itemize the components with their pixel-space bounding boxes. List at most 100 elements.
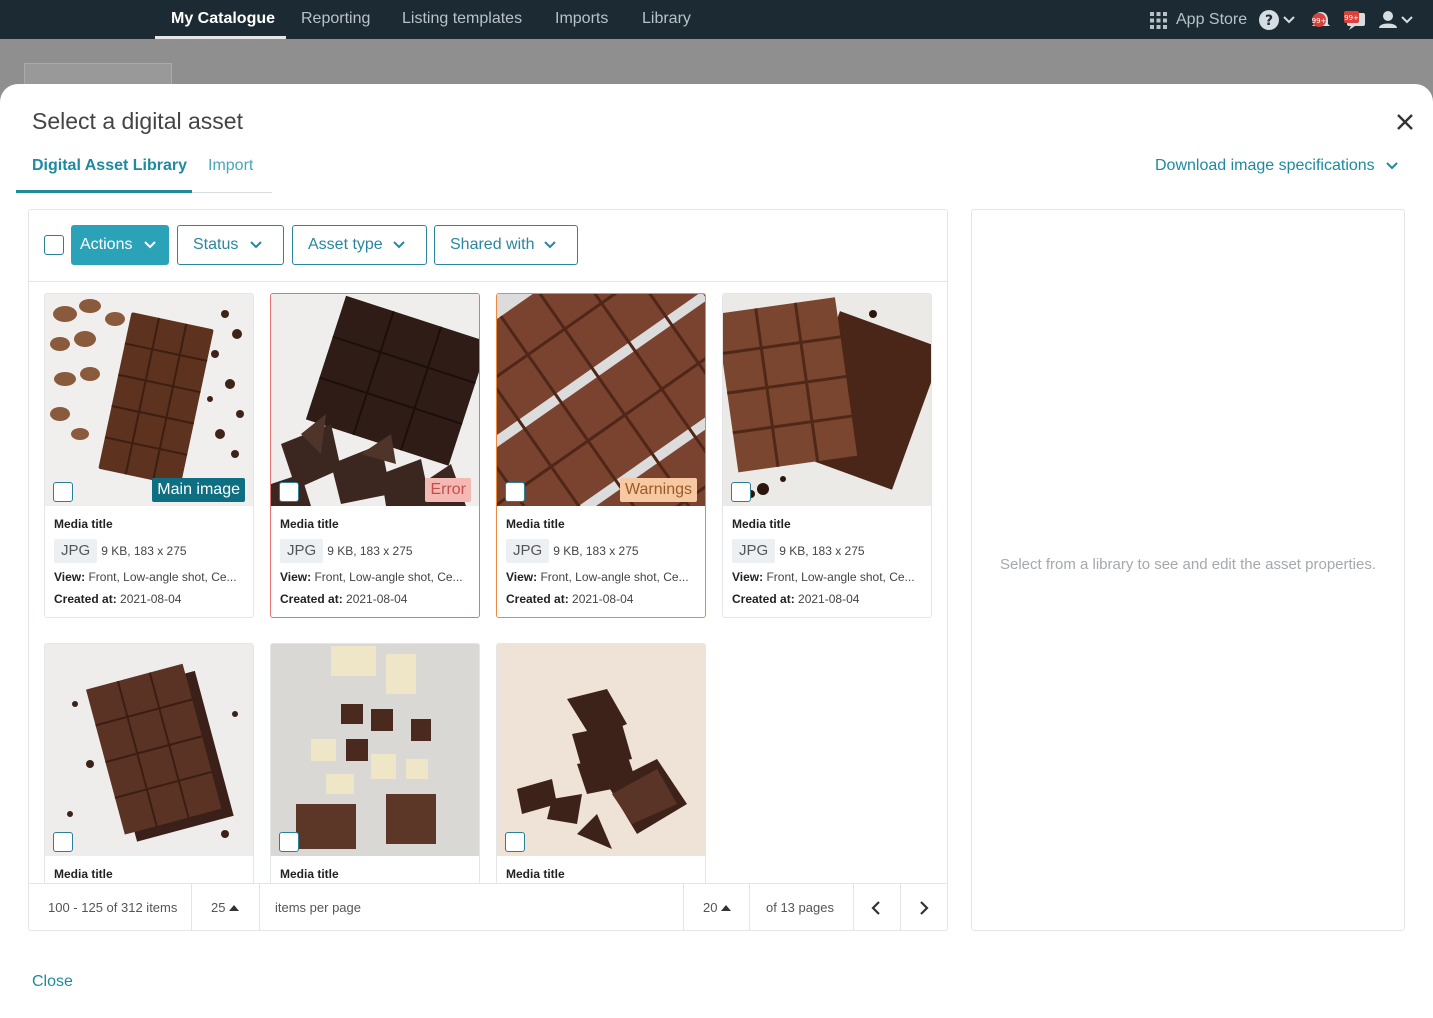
asset-thumbnail[interactable] [271, 644, 479, 856]
total-pages: of 13 pages [766, 900, 834, 915]
nav-active-indicator [155, 36, 286, 39]
messages-icon[interactable]: 99+ [1343, 9, 1367, 31]
view-value: Front, Low-angle shot, Ce... [766, 570, 915, 584]
asset-thumbnail[interactable] [45, 644, 253, 856]
asset-thumbnail[interactable] [497, 644, 705, 856]
asset-thumbnail[interactable]: Error [271, 294, 479, 506]
asset-select-checkbox[interactable] [279, 832, 299, 852]
active-tab-indicator [16, 190, 192, 193]
asset-card[interactable]: Error Media title JPG 9 KB, 183 x 275 Vie… [270, 293, 480, 618]
asset-thumbnail[interactable] [723, 294, 931, 506]
white-and-milk-chocolate-image [271, 644, 479, 856]
file-type-badge: JPG [54, 539, 98, 563]
current-page-value: 20 [703, 900, 718, 915]
created-label: Created at: [506, 592, 569, 606]
asset-card[interactable]: Media title [496, 643, 706, 883]
asset-card[interactable]: Media title [270, 643, 480, 883]
media-title: Media title [280, 867, 339, 881]
file-meta: 9 KB, 183 x 275 [553, 544, 639, 558]
asset-thumbnail[interactable]: Main image [45, 294, 253, 506]
created-value: 2021-08-04 [346, 592, 408, 606]
view-row: View: Front, Low-angle shot, Ce... [54, 570, 249, 584]
view-value: Front, Low-angle shot, Ce... [314, 570, 463, 584]
asset-grid: Main image Media title JPG 9 KB, 183 x 27… [29, 283, 947, 883]
view-row: View: Front, Low-angle shot, Ce... [280, 570, 475, 584]
main-image-badge: Main image [152, 478, 245, 502]
asset-type-filter[interactable]: Asset type [292, 225, 427, 265]
view-row: View: Front, Low-angle shot, Ce... [732, 570, 927, 584]
view-label: View: [506, 570, 538, 584]
tab-import[interactable]: Import [208, 157, 253, 175]
chevron-down-icon [144, 241, 156, 249]
asset-properties-panel: Select from a library to see and edit th… [971, 209, 1405, 931]
tab-digital-asset-library[interactable]: Digital Asset Library [32, 157, 187, 175]
actions-dropdown[interactable]: Actions [71, 225, 169, 265]
status-filter[interactable]: Status [177, 225, 284, 265]
app-grid-icon [1150, 12, 1167, 29]
created-row: Created at: 2021-08-04 [54, 592, 181, 606]
asset-card[interactable]: Media title JPG 9 KB, 183 x 275 View: Fro… [722, 293, 932, 618]
asset-card[interactable]: Main image Media title JPG 9 KB, 183 x 27… [44, 293, 254, 618]
nav-library[interactable]: Library [642, 0, 691, 39]
page-number-select[interactable]: 20 [703, 884, 732, 930]
select-all-checkbox[interactable] [44, 235, 64, 255]
created-label: Created at: [54, 592, 117, 606]
asset-card[interactable]: Media title [44, 643, 254, 883]
chocolate-pieces-image [497, 644, 705, 856]
user-account-icon[interactable] [1378, 9, 1416, 31]
notification-bell-icon[interactable]: 99+ [1309, 9, 1333, 31]
media-title: Media title [280, 517, 339, 531]
nav-my-catalogue[interactable]: My Catalogue [171, 0, 275, 39]
pager-divider [683, 884, 684, 930]
close-icon[interactable] [1394, 111, 1416, 133]
dark-chocolate-image [271, 294, 479, 506]
caret-up-icon [229, 904, 240, 911]
nav-reporting[interactable]: Reporting [301, 0, 370, 39]
next-page-icon[interactable] [917, 900, 931, 916]
nav-listing-templates[interactable]: Listing templates [402, 0, 522, 39]
file-row: JPG 9 KB, 183 x 275 [280, 539, 413, 563]
file-meta: 9 KB, 183 x 275 [779, 544, 865, 558]
previous-page-icon[interactable] [869, 900, 883, 916]
created-row: Created at: 2021-08-04 [732, 592, 859, 606]
file-meta: 9 KB, 183 x 275 [327, 544, 413, 558]
pager-divider [900, 884, 901, 930]
shared-with-filter[interactable]: Shared with [434, 225, 578, 265]
pagination-bar: 100 - 125 of 312 items 25 items per page… [29, 883, 947, 930]
asset-type-label: Asset type [308, 236, 383, 253]
tab-divider [192, 192, 272, 193]
chocolate-stack-image [723, 294, 931, 506]
asset-card[interactable]: Warnings Media title JPG 9 KB, 183 x 275 … [496, 293, 706, 618]
file-meta: 9 KB, 183 x 275 [101, 544, 187, 558]
actions-label: Actions [80, 236, 133, 253]
help-icon[interactable]: ? [1258, 9, 1298, 31]
svg-text:?: ? [1265, 13, 1273, 29]
app-store-label: App Store [1176, 11, 1248, 28]
view-label: View: [280, 570, 312, 584]
file-type-badge: JPG [732, 539, 776, 563]
close-button[interactable]: Close [32, 973, 73, 991]
media-title: Media title [506, 517, 565, 531]
asset-thumbnail[interactable]: Warnings [497, 294, 705, 506]
nav-imports[interactable]: Imports [555, 0, 608, 39]
chevron-down-icon [1386, 162, 1398, 170]
created-value: 2021-08-04 [572, 592, 634, 606]
created-label: Created at: [732, 592, 795, 606]
asset-select-checkbox[interactable] [53, 482, 73, 502]
filter-toolbar: Actions Status Asset type Shared with [29, 210, 947, 282]
created-row: Created at: 2021-08-04 [280, 592, 407, 606]
media-title: Media title [732, 517, 791, 531]
view-label: View: [732, 570, 764, 584]
asset-select-checkbox[interactable] [53, 832, 73, 852]
warnings-badge: Warnings [620, 478, 697, 502]
asset-select-checkbox[interactable] [505, 482, 525, 502]
asset-select-checkbox[interactable] [279, 482, 299, 502]
download-specifications-label: Download image specifications [1155, 157, 1375, 174]
view-value: Front, Low-angle shot, Ce... [88, 570, 237, 584]
items-per-page-select[interactable]: 25 [211, 884, 240, 930]
chevron-down-icon [544, 241, 556, 249]
file-type-badge: JPG [280, 539, 324, 563]
asset-select-checkbox[interactable] [731, 482, 751, 502]
asset-select-checkbox[interactable] [505, 832, 525, 852]
download-specifications-button[interactable]: Download image specifications [1155, 157, 1398, 175]
